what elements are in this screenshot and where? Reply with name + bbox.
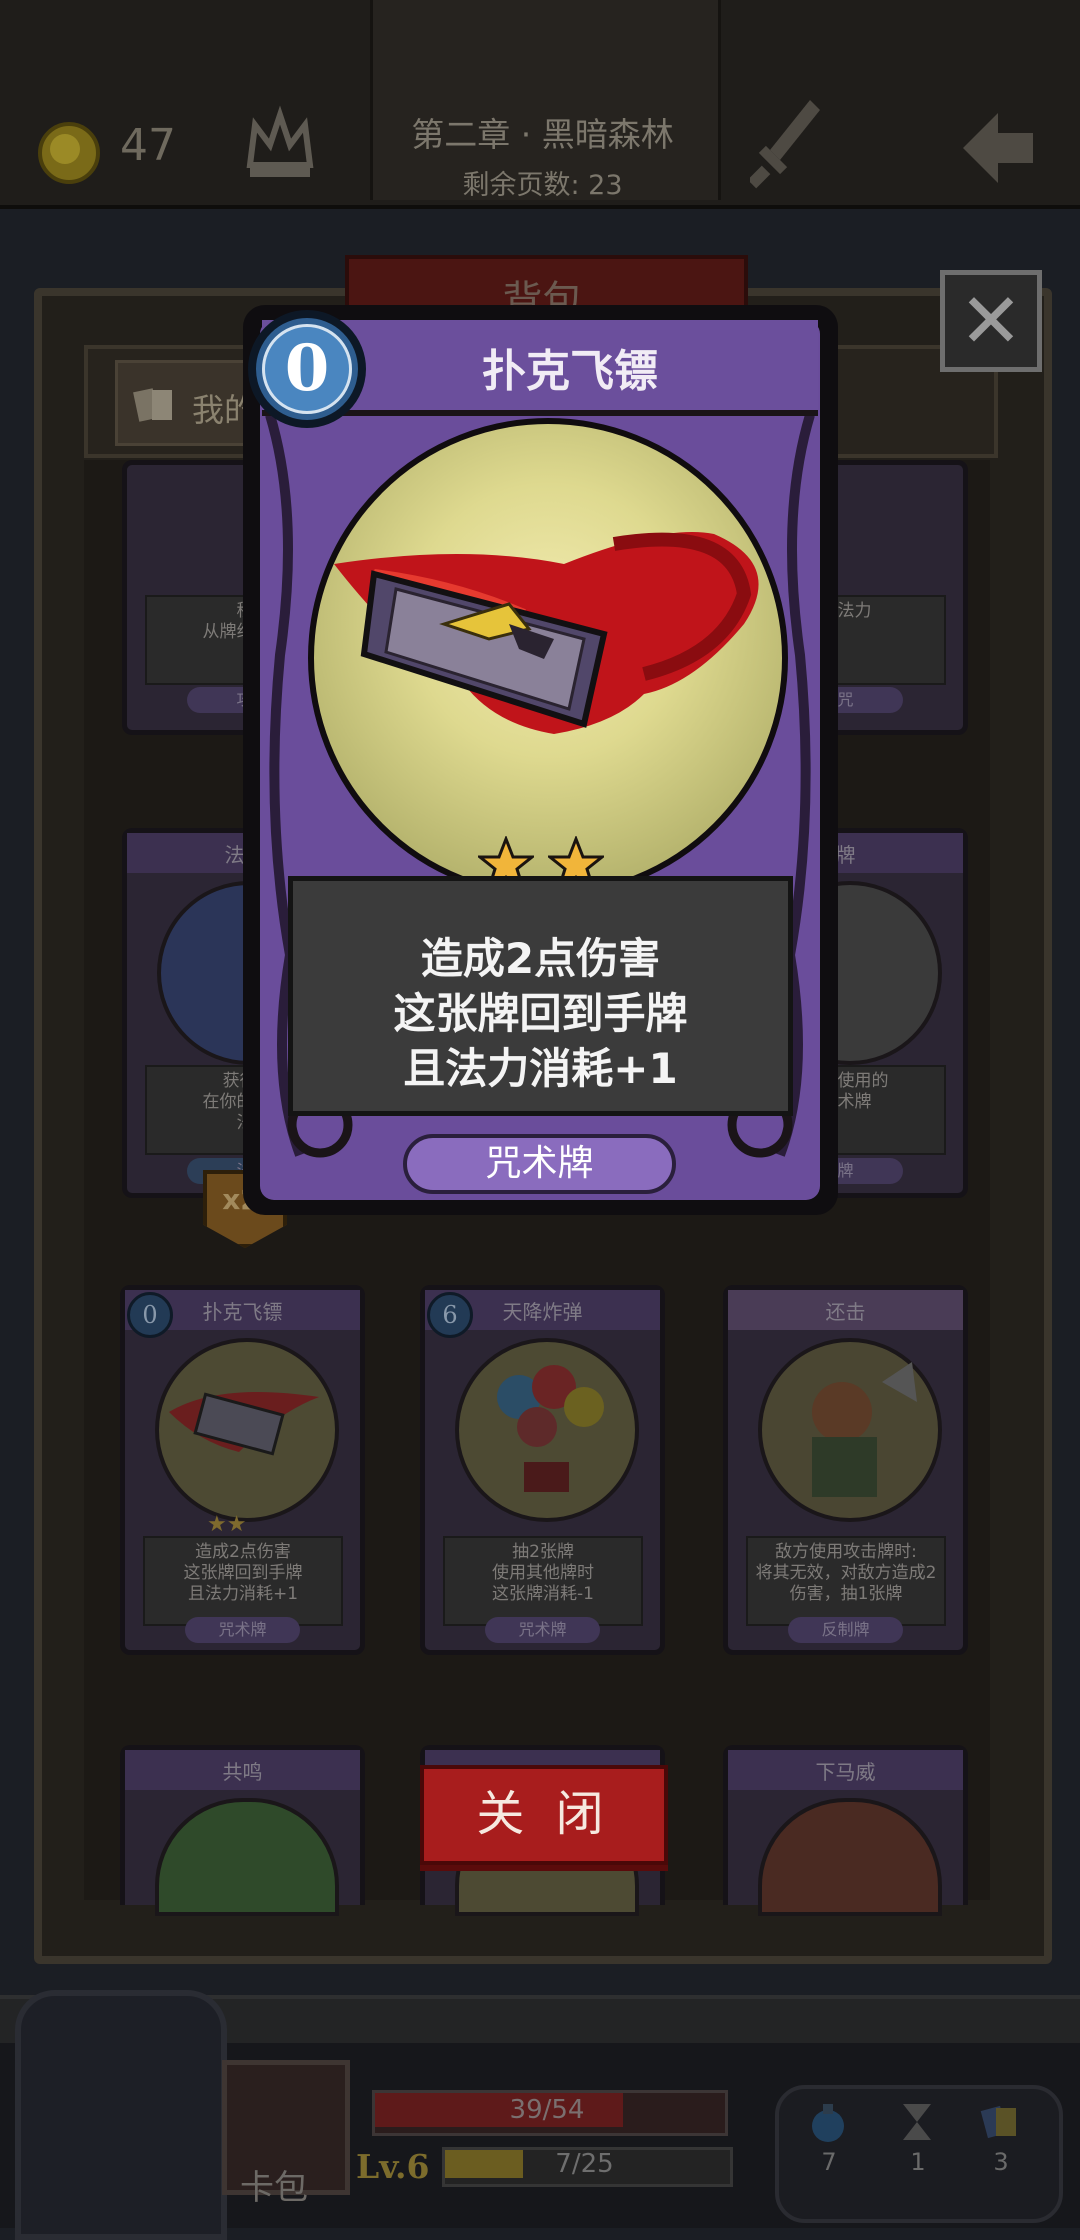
coin-count: 47 xyxy=(120,120,176,171)
back-arrow-icon[interactable] xyxy=(958,108,1038,188)
card-detail-art xyxy=(308,418,788,898)
hourglass-icon[interactable] xyxy=(895,2100,939,2144)
card-detail-desc-line: 这张牌回到手牌 xyxy=(393,989,688,1038)
balloon-bomb-art xyxy=(497,1365,604,1492)
card-desc: 抽2张牌 使用其他牌时 这张牌消耗-1 xyxy=(443,1536,643,1626)
card-title: 共鸣 xyxy=(222,1760,263,1784)
card-desc: 敌方使用攻击牌时: 将其无效，对敌方造成2 伤害，抽1张牌 xyxy=(746,1536,946,1626)
card-stars: ★★ xyxy=(207,1512,246,1537)
card-desc: 造成2点伤害 这张牌回到手牌 且法力消耗+1 xyxy=(143,1536,343,1626)
close-x-button[interactable]: ✕ xyxy=(940,270,1042,372)
level-label: Lv.6 xyxy=(356,2147,430,2186)
card-pack-label: 卡包 xyxy=(240,2168,308,2208)
close-icon: ✕ xyxy=(959,276,1023,365)
potion-icon[interactable] xyxy=(806,2100,850,2144)
cards-icon[interactable] xyxy=(978,2100,1022,2144)
card-art xyxy=(758,1338,942,1522)
card-cost: 6 xyxy=(427,1292,473,1338)
card-detail-cost: 0 xyxy=(262,324,352,414)
xp-text: 7/25 xyxy=(555,2149,614,2179)
cards-tab-icon xyxy=(133,388,172,422)
poker-dart-art xyxy=(169,1392,319,1456)
card-title: 还击 xyxy=(825,1300,866,1324)
card-sky-bomb[interactable]: 天降炸弹 6 抽2张牌 使用其他牌时 这张牌消耗-1 咒术牌 xyxy=(420,1285,665,1655)
hp-text: 39/54 xyxy=(509,2095,585,2125)
card-cost: 0 xyxy=(127,1292,173,1338)
card-art xyxy=(758,1798,942,1916)
poker-dart-illustration xyxy=(334,532,759,734)
card-detail-type: 咒术牌 xyxy=(403,1134,676,1194)
hourglass-count: 1 xyxy=(910,2148,926,2176)
sword-icon[interactable] xyxy=(750,95,825,190)
card-resonance[interactable]: 共鸣 xyxy=(120,1745,365,1916)
cards-count: 3 xyxy=(993,2148,1009,2176)
character-portrait[interactable] xyxy=(15,1990,227,2240)
card-detail-desc-line: 造成2点伤害 xyxy=(420,934,661,983)
card-title: 下马威 xyxy=(815,1760,876,1784)
card-art xyxy=(155,1798,339,1916)
card-poker-dart[interactable]: 扑克飞镖 0 ★★ 造成2点伤害 这张牌回到手牌 且法力消耗+1 咒术牌 xyxy=(120,1285,365,1655)
card-art xyxy=(155,1338,339,1522)
card-detail-desc-line: 且法力消耗+1 xyxy=(403,1044,678,1093)
close-button-label: 关 闭 xyxy=(476,1786,612,1842)
pages-left: 剩余页数: 23 xyxy=(462,170,623,201)
star-icon: ★ xyxy=(226,1512,247,1537)
star-icon: ★ xyxy=(207,1512,227,1537)
card-type: 咒术牌 xyxy=(485,1617,600,1643)
potion-count: 7 xyxy=(821,2148,837,2176)
card-intimidate[interactable]: 下马威 xyxy=(723,1745,968,1916)
card-detail-name: 扑克飞镖 xyxy=(482,346,658,397)
card-art xyxy=(455,1338,639,1522)
chapter-title: 第二章 · 黑暗森林 xyxy=(411,115,674,154)
card-type: 咒术牌 xyxy=(185,1617,300,1643)
card-type: 反制牌 xyxy=(788,1617,903,1643)
coin-face xyxy=(50,134,80,164)
pirate-art xyxy=(812,1362,917,1497)
card-counterattack[interactable]: 还击 敌方使用攻击牌时: 将其无效，对敌方造成2 伤害，抽1张牌 反制牌 xyxy=(723,1285,968,1655)
crown-icon[interactable] xyxy=(245,105,315,185)
